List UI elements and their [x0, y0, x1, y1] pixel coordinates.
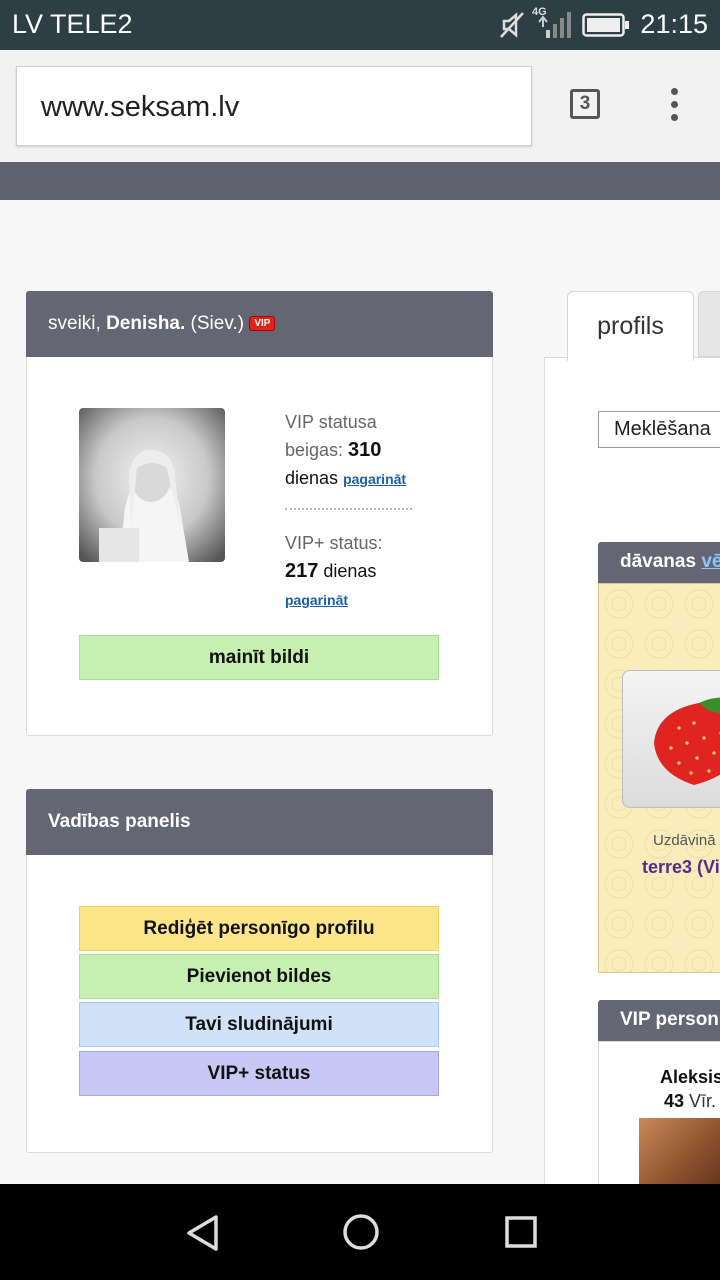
dotted-divider — [285, 508, 412, 510]
add-photos-button[interactable]: Pievienot bildes — [79, 954, 439, 999]
gift-card[interactable] — [622, 670, 720, 808]
gift-given-label: Uzdāvinā — [653, 832, 716, 849]
greeting-prefix: sveiki, — [48, 313, 107, 334]
vip-person-age: 43 — [664, 1091, 685, 1111]
vip-person-photo[interactable] — [639, 1118, 720, 1188]
vip-person-gender: Vīr. — [684, 1091, 717, 1111]
greeting-header: sveiki, Denisha. (Siev.) VIP — [26, 291, 493, 357]
clock: 21:15 — [640, 9, 708, 39]
vip-status-info: VIP statusa beigas: 310 dienas pagarināt — [285, 408, 406, 493]
my-ads-button[interactable]: Tavi sludinājumi — [79, 1002, 439, 1047]
vip-days-left: 310 — [348, 439, 382, 461]
gender-label: (Siev.) — [185, 313, 245, 334]
browser-toolbar: www.seksam.lv 3 — [0, 50, 720, 162]
system-nav-bar — [0, 1184, 720, 1280]
vip-person-info: 43 Vīr. — [598, 1091, 720, 1112]
back-triangle-icon[interactable] — [184, 1214, 220, 1252]
home-circle-icon[interactable] — [342, 1213, 380, 1251]
vip-extend-link[interactable]: pagarināt — [343, 471, 406, 487]
vip-days-unit: dienas — [285, 468, 339, 488]
vip-plus-button[interactable]: VIP+ status — [79, 1051, 439, 1096]
vip-status-label: VIP statusa — [285, 412, 377, 432]
vip-badge: VIP — [249, 316, 276, 331]
vip-plus-days: 217 — [285, 560, 319, 582]
recents-square-icon[interactable] — [504, 1215, 538, 1249]
vip-plus-info: VIP+ status: 217 dienas pagarināt — [285, 529, 383, 614]
tab-profile[interactable]: profils — [567, 291, 694, 361]
site-top-bar — [0, 162, 720, 200]
gifts-more-link[interactable]: vē — [701, 551, 720, 572]
status-bar: LV TELE2 4G 21:15 — [0, 0, 720, 50]
vip-people-header: VIP person — [598, 1000, 720, 1041]
username[interactable]: Denisha. — [106, 313, 185, 334]
change-photo-button[interactable]: mainīt bildi — [79, 635, 439, 680]
edit-profile-button[interactable]: Rediģēt personīgo profilu — [79, 906, 439, 951]
search-button[interactable]: Meklēšana — [598, 411, 720, 448]
control-panel-title: Vadības panelis — [26, 789, 493, 855]
vip-person-name[interactable]: Aleksis — [598, 1067, 720, 1088]
gift-giver-link[interactable]: terre3 (Vi — [598, 857, 720, 878]
profile-photo[interactable] — [79, 408, 225, 562]
vip-plus-extend-link[interactable]: pagarināt — [285, 592, 348, 608]
strawberry-icon — [654, 697, 720, 785]
signal-icon — [536, 10, 572, 45]
gifts-title: dāvanas — [620, 551, 697, 572]
url-text: www.seksam.lv — [41, 91, 240, 123]
carrier-name: LV TELE2 — [12, 9, 133, 39]
vip-plus-days-unit: dienas — [318, 561, 377, 581]
tab-next[interactable] — [698, 291, 720, 357]
vip-plus-label: VIP+ status: — [285, 533, 383, 553]
overflow-menu-icon[interactable] — [666, 88, 682, 124]
tab-switcher-button[interactable]: 3 — [570, 89, 600, 119]
mute-icon — [498, 10, 526, 45]
url-field[interactable]: www.seksam.lv — [16, 66, 532, 146]
gifts-header: dāvanas vē — [598, 542, 720, 583]
battery-icon — [582, 13, 630, 42]
vip-end-label: beigas: — [285, 440, 349, 460]
